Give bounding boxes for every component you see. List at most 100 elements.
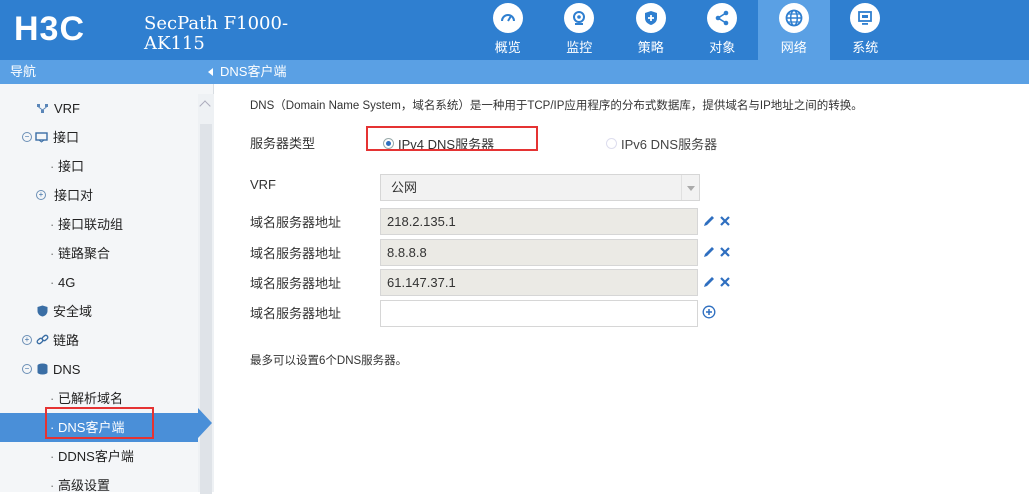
sidebar-item-label: 接口联动组 [58, 217, 124, 232]
dns-server-input-2[interactable]: 8.8.8.8 [380, 239, 698, 266]
collapse-sidebar-icon[interactable] [208, 68, 213, 76]
dns-server-actions-2 [702, 245, 732, 259]
nav-tab-object[interactable]: 对象 [687, 0, 759, 60]
main-nav: 概览 监控 策略 对象 网络 系统 [472, 0, 901, 60]
server-limit-note: 最多可以设置6个DNS服务器。 [250, 355, 408, 367]
dns-server-actions-1 [702, 214, 732, 228]
sidebar-item-ddns-client[interactable]: · DDNS客户端 [0, 442, 198, 471]
dns-server-label-4: 域名服务器地址 [250, 306, 342, 321]
sidebar-item-link[interactable]: + 链路 [0, 326, 198, 355]
highlight-box-sidebar [45, 407, 154, 439]
sidebar-item-label: VRF [54, 101, 80, 116]
expand-icon[interactable]: + [22, 335, 32, 345]
nav-tab-label: 对象 [709, 40, 736, 55]
nav-tab-label: 系统 [852, 40, 879, 55]
vrf-select[interactable]: 公网 [380, 174, 700, 201]
bullet-icon: · [50, 246, 55, 261]
bullet-icon: · [50, 159, 55, 174]
dns-server-actions-3 [702, 275, 732, 289]
sidebar-item-interface-pair[interactable]: + 接口对 [0, 181, 198, 210]
dns-server-input-1[interactable]: 218.2.135.1 [380, 208, 698, 235]
dns-server-label-1: 域名服务器地址 [250, 215, 342, 230]
nav-tab-label: 网络 [780, 40, 807, 55]
sidebar-item-interface[interactable]: · 接口 [0, 152, 198, 181]
product-name: SecPath F1000- AK115 [144, 14, 288, 54]
bullet-icon: · [50, 217, 55, 232]
breadcrumb: DNS客户端 [204, 60, 1029, 84]
vrf-label: VRF [250, 177, 276, 192]
sidebar-item-label: 接口 [58, 159, 85, 174]
highlight-box-ipv4 [366, 126, 538, 151]
link-icon [36, 334, 49, 345]
sidebar-tree: VRF − 接口 · 接口 + 接口对 · 接口联动组 · 链路聚合 · 4G … [0, 94, 198, 500]
chevron-down-icon[interactable] [681, 175, 699, 200]
sidebar-item-advanced[interactable]: · 高级设置 [0, 471, 198, 500]
bullet-icon: · [50, 275, 55, 290]
expand-icon[interactable]: + [36, 190, 46, 200]
gauge-icon [492, 3, 523, 33]
sidebar-item-dns[interactable]: − DNS [0, 355, 198, 384]
edit-icon[interactable] [702, 245, 716, 259]
nav-tab-overview[interactable]: 概览 [472, 0, 544, 60]
sidebar-item-label: 链路 [53, 333, 80, 348]
sidebar-item-label: DDNS客户端 [58, 449, 134, 464]
sidebar-item-4g[interactable]: · 4G [0, 268, 198, 297]
shield-plus-icon [635, 3, 666, 33]
page-description: DNS（Domain Name System，域名系统）是一种用于TCP/IP应… [250, 100, 863, 112]
top-header: H3C SecPath F1000- AK115 概览 监控 策略 对象 网络 … [0, 0, 1029, 60]
collapse-icon[interactable]: − [22, 132, 32, 142]
globe-icon [778, 3, 809, 33]
shield-icon [37, 305, 48, 317]
bullet-icon: · [50, 449, 55, 464]
camera-icon [564, 3, 595, 33]
radio-ipv6-label: IPv6 DNS服务器 [621, 137, 718, 152]
add-circle-icon[interactable] [702, 305, 716, 319]
breadcrumb-title: DNS客户端 [220, 64, 287, 79]
edit-icon[interactable] [702, 275, 716, 289]
dns-server-label-3: 域名服务器地址 [250, 276, 342, 291]
delete-icon[interactable] [718, 275, 732, 289]
dns-server-actions-4 [702, 305, 716, 319]
dns-server-input-3[interactable]: 61.147.37.1 [380, 269, 698, 296]
share-icon [707, 3, 738, 33]
vrf-selected-value: 公网 [391, 180, 418, 195]
sidebar-item-label: DNS [53, 362, 81, 377]
sidebar-item-label: 链路聚合 [58, 246, 111, 261]
radio-ipv6-dns[interactable]: IPv6 DNS服务器 [606, 134, 717, 153]
delete-icon[interactable] [718, 245, 732, 259]
nav-tab-label: 概览 [494, 40, 521, 55]
h3c-logo: H3C [14, 10, 85, 46]
sidebar-item-interface-linkage[interactable]: · 接口联动组 [0, 210, 198, 239]
sidebar-item-label: 4G [58, 275, 76, 290]
nav-tab-policy[interactable]: 策略 [615, 0, 687, 60]
dns-server-input-4[interactable] [380, 300, 698, 327]
edit-icon[interactable] [702, 214, 716, 228]
collapse-icon[interactable]: − [22, 364, 32, 374]
interface-icon [35, 132, 48, 143]
sidebar-item-label: 安全域 [53, 304, 93, 319]
monitor-icon [850, 3, 881, 33]
vrf-icon [37, 104, 48, 113]
server-type-label: 服务器类型 [250, 136, 316, 151]
sidebar-title: 导航 [0, 60, 213, 84]
sidebar-item-interface-group[interactable]: − 接口 [0, 123, 198, 152]
svg-text:H3C: H3C [14, 10, 85, 46]
radio-unselected-icon[interactable] [606, 138, 617, 149]
bullet-icon: · [50, 478, 55, 493]
sidebar-item-label: 接口 [53, 130, 80, 145]
dns-server-label-2: 域名服务器地址 [250, 246, 342, 261]
product-name-line1: SecPath F1000- [144, 13, 289, 34]
sidebar-item-link-aggregation[interactable]: · 链路聚合 [0, 239, 198, 268]
product-name-line2: AK115 [144, 33, 205, 54]
nav-tab-network[interactable]: 网络 [758, 0, 830, 60]
delete-icon[interactable] [718, 214, 732, 228]
sidebar-item-label: 接口对 [54, 188, 94, 203]
sidebar-item-security-zone[interactable]: 安全域 [0, 297, 198, 326]
sidebar-item-label: 高级设置 [58, 478, 111, 493]
sidebar-item-vrf[interactable]: VRF [0, 94, 198, 123]
nav-tab-label: 监控 [566, 40, 593, 55]
nav-tab-label: 策略 [637, 40, 664, 55]
nav-tab-system[interactable]: 系统 [830, 0, 902, 60]
nav-tab-monitor[interactable]: 监控 [544, 0, 616, 60]
sidebar: 导航 VRF − 接口 · 接口 + 接口对 · 接口联动组 · 链路聚合 · … [0, 60, 214, 494]
